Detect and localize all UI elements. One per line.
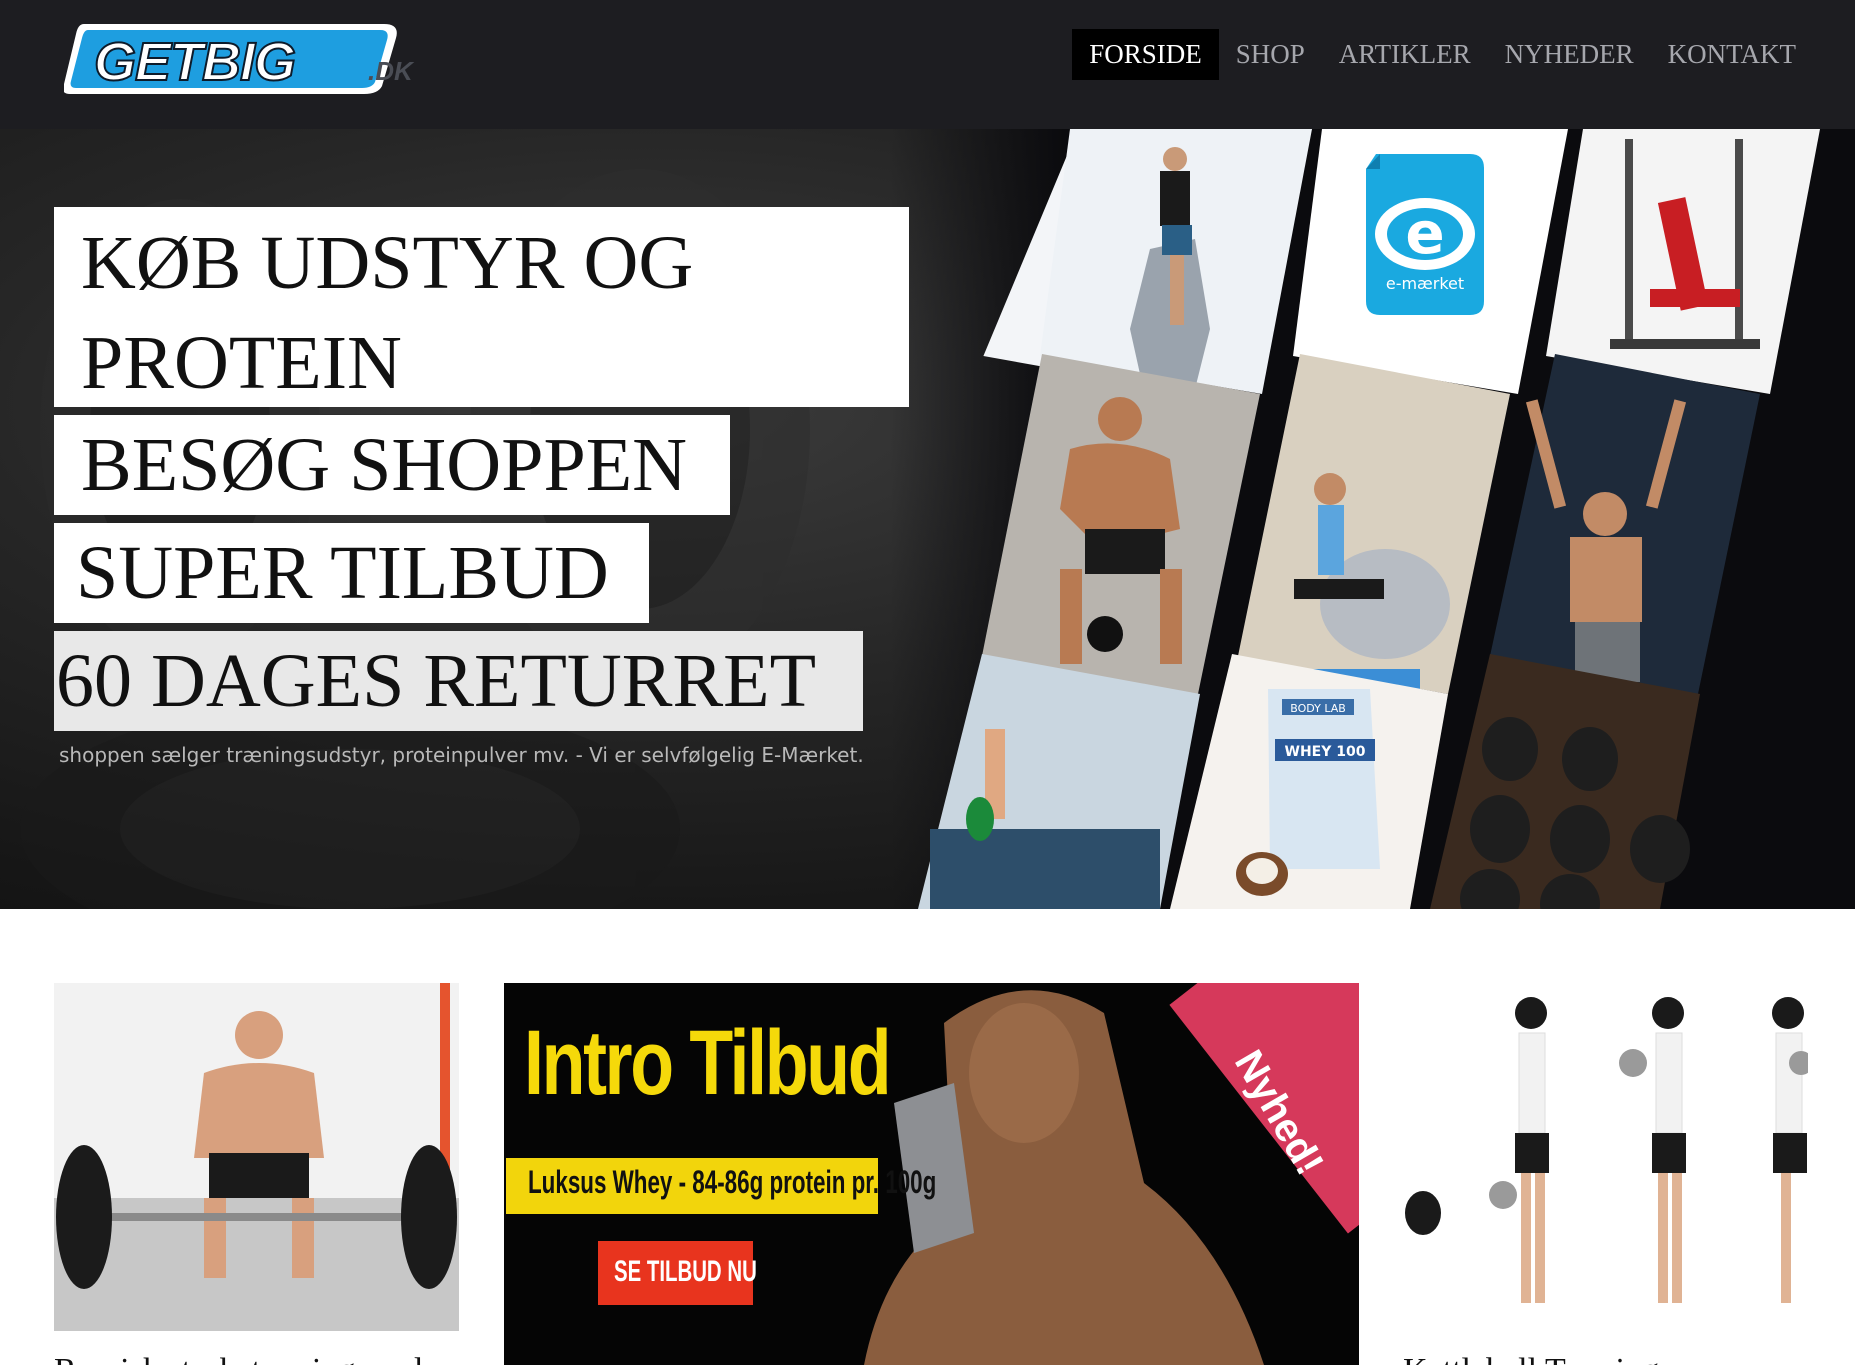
main-nav: FORSIDE SHOP ARTIKLER NYHEDER KONTAKT — [1072, 29, 1813, 80]
kettlebell-sequence-photo — [1403, 983, 1808, 1331]
see-offer-button-label: SE TILBUD NU — [614, 1255, 757, 1288]
card-kettlebell-image[interactable] — [1403, 983, 1808, 1331]
visit-shop-link[interactable]: BESØG SHOPPEN — [54, 415, 730, 515]
nav-shop[interactable]: SHOP — [1219, 29, 1322, 80]
site-header: GETBIG .DK FORSIDE SHOP ARTIKLER NYHEDER… — [0, 0, 1855, 129]
whey-label: WHEY 100 — [1285, 744, 1366, 760]
return-policy-text: 60 DAGES RETURRET — [54, 631, 863, 731]
hero-subtitle: shoppen sælger træningsudstyr, proteinpu… — [59, 743, 864, 767]
nav-nyheder[interactable]: NYHEDER — [1488, 29, 1651, 80]
logo-text: GETBIG — [94, 32, 295, 92]
hero-headline-line2: PROTEIN — [81, 321, 402, 405]
whey-brand: BODY LAB — [1290, 702, 1346, 715]
promo-banner-intro-offer[interactable]: Nyhed! Intro Tilbud Luksus Whey - 84-86g… — [504, 983, 1359, 1365]
promo-title: Intro Tilbud — [524, 1012, 892, 1114]
nav-forside[interactable]: FORSIDE — [1072, 29, 1219, 80]
logo-suffix: .DK — [368, 56, 413, 86]
card-title-kettlebell[interactable]: Kettlebell Træning — [1403, 1352, 1659, 1365]
emaerket-logo: e e-mærket — [1366, 154, 1484, 315]
promo-subtitle: Luksus Whey - 84-86g protein pr. 100g — [528, 1164, 937, 1200]
super-offer-text: SUPER TILBUD — [54, 523, 649, 623]
svg-text:e: e — [1405, 199, 1444, 267]
card-title-russian-strength[interactable]: Russisk styrketræning med — [54, 1352, 422, 1365]
hero-banner: e e-mærket BODY LAB WHEY 100 KØB UDSTYR … — [0, 129, 1855, 909]
hero-headline-line1: KØB UDSTYR OG — [81, 221, 694, 305]
nav-artikler[interactable]: ARTIKLER — [1322, 29, 1488, 80]
emaerket-label: e-mærket — [1386, 274, 1464, 293]
hero-headline: KØB UDSTYR OG PROTEIN — [54, 207, 909, 407]
nav-kontakt[interactable]: KONTAKT — [1651, 29, 1813, 80]
deadlift-photo — [54, 983, 459, 1331]
card-russian-strength-image[interactable] — [54, 983, 459, 1331]
site-logo[interactable]: GETBIG .DK — [0, 0, 440, 110]
